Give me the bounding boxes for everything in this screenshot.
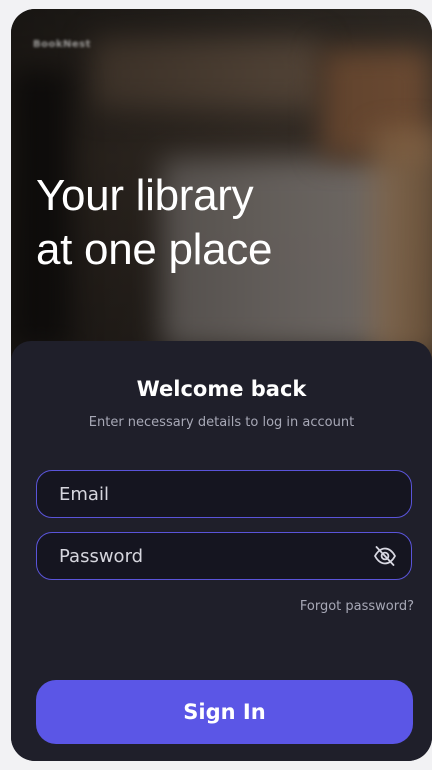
app-screen: BookNest Your library at one place Welco…: [11, 9, 432, 761]
app-logo-text: BookNest: [33, 39, 91, 50]
password-input[interactable]: [57, 533, 361, 580]
login-sheet: Welcome back Enter necessary details to …: [11, 341, 432, 761]
headline-line-2: at one place: [36, 225, 273, 274]
email-field[interactable]: [36, 470, 412, 518]
email-input[interactable]: [57, 471, 361, 518]
headline-line-1: Your library: [36, 171, 254, 220]
hero-headline: Your library at one place: [36, 169, 366, 277]
app-logo: BookNest: [33, 39, 91, 50]
login-title: Welcome back: [136, 377, 307, 401]
sign-in-button[interactable]: Sign In: [36, 680, 413, 744]
hero-image: BookNest Your library at one place: [11, 9, 432, 381]
forgot-password-link[interactable]: Forgot password?: [300, 599, 414, 614]
login-subtitle: Enter necessary details to log in accoun…: [88, 415, 355, 430]
password-field[interactable]: [36, 532, 412, 580]
eye-off-icon[interactable]: [373, 545, 397, 567]
